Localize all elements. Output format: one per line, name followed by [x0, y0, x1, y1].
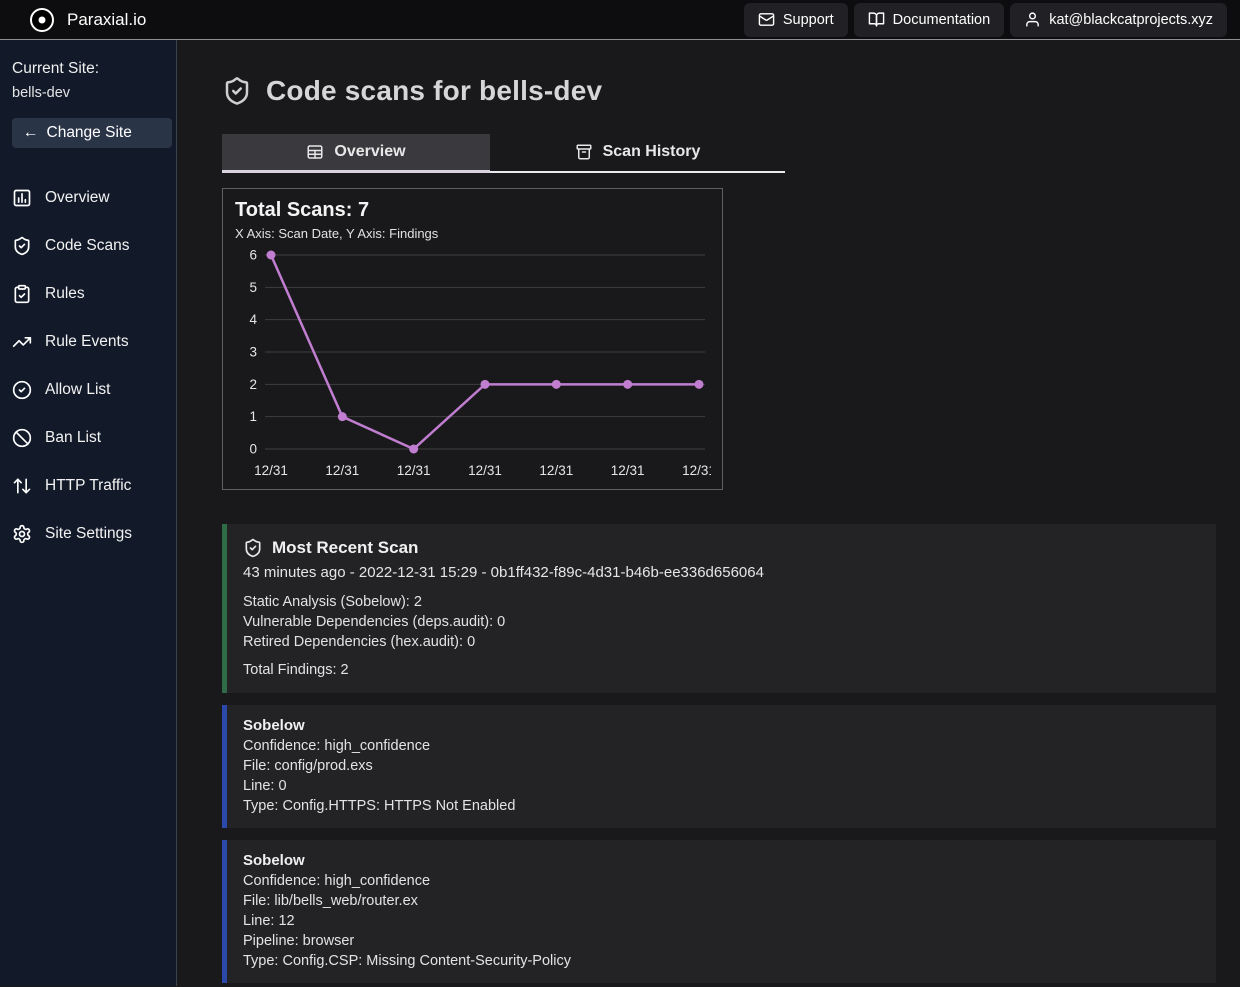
svg-text:5: 5: [249, 280, 257, 295]
recent-scan-header: Most Recent Scan: [243, 538, 1200, 558]
finding-card: SobelowConfidence: high_confidenceFile: …: [222, 705, 1216, 828]
envelope-icon: [758, 11, 775, 28]
topbar: Paraxial.io Support Documentation kat@bl…: [0, 0, 1240, 40]
sidebar-item-label: Site Settings: [45, 525, 132, 543]
svg-text:12/31: 12/31: [397, 463, 431, 478]
finding-detail-line: Type: Config.HTTPS: HTTPS Not Enabled: [243, 796, 1200, 816]
recent-scan-stats: Static Analysis (Sobelow): 2Vulnerable D…: [243, 592, 1200, 652]
finding-detail-line: File: lib/bells_web/router.ex: [243, 891, 1200, 911]
sidebar-item-label: Rule Events: [45, 333, 129, 351]
svg-text:12/31: 12/31: [611, 463, 645, 478]
tab-label: Scan History: [603, 143, 701, 161]
shield-check-icon: [243, 538, 263, 558]
sidebar-item-label: HTTP Traffic: [45, 477, 131, 495]
sidebar-item-site-settings[interactable]: Site Settings: [12, 510, 168, 558]
finding-title: Sobelow: [243, 851, 1200, 871]
sidebar-item-rules[interactable]: Rules: [12, 270, 168, 318]
finding-detail-line: Line: 0: [243, 776, 1200, 796]
sidebar-item-label: Allow List: [45, 381, 110, 399]
findings-list: SobelowConfidence: high_confidenceFile: …: [222, 705, 1240, 983]
svg-text:12/31: 12/31: [254, 463, 288, 478]
sidebar: Current Site: bells-dev ← Change Site Ov…: [0, 40, 177, 986]
sidebar-nav: Overview Code Scans Rules Rule Events Allow …: [12, 174, 168, 558]
svg-text:3: 3: [249, 345, 257, 360]
arrow-left-icon: ←: [23, 124, 39, 142]
sidebar-item-rule-events[interactable]: Rule Events: [12, 318, 168, 366]
svg-text:4: 4: [249, 312, 257, 327]
scan-chart-svg: 0 1 2 3 4 5 6 12/31 12/31 12/31 12/31 12/31 12/31 12/…: [235, 245, 711, 487]
recent-scan-stat-line: Vulnerable Dependencies (deps.audit): 0: [243, 612, 1200, 632]
total-scans-chart-card: Total Scans: 7 X Axis: Scan Date, Y Axis…: [222, 188, 723, 490]
finding-detail-line: Line: 12: [243, 911, 1200, 931]
finding-detail-line: File: config/prod.exs: [243, 756, 1200, 776]
support-button[interactable]: Support: [744, 3, 848, 37]
sidebar-item-code-scans[interactable]: Code Scans: [12, 222, 168, 270]
change-site-button[interactable]: ← Change Site: [12, 118, 172, 148]
recent-scan-total: Total Findings: 2: [243, 660, 1200, 680]
finding-detail-line: Pipeline: browser: [243, 931, 1200, 951]
finding-detail-line: Confidence: high_confidence: [243, 736, 1200, 756]
chart-title: Total Scans: 7: [235, 199, 712, 222]
sidebar-item-label: Rules: [45, 285, 85, 303]
finding-detail-line: Type: Config.CSP: Missing Content-Securi…: [243, 951, 1200, 971]
finding-detail-line: Confidence: high_confidence: [243, 871, 1200, 891]
ban-icon: [12, 428, 32, 448]
support-label: Support: [783, 12, 834, 28]
trending-up-icon: [12, 332, 32, 352]
clipboard-check-icon: [12, 284, 32, 304]
svg-text:2: 2: [249, 377, 257, 392]
circle-check-icon: [12, 380, 32, 400]
tab-overview[interactable]: Overview: [222, 134, 490, 173]
user-email: kat@blackcatprojects.xyz: [1049, 12, 1213, 28]
svg-text:0: 0: [249, 442, 257, 457]
recent-scan-meta: 43 minutes ago - 2022-12-31 15:29 - 0b1f…: [243, 564, 1200, 581]
svg-text:12/31: 12/31: [682, 463, 711, 478]
sidebar-item-label: Code Scans: [45, 237, 129, 255]
recent-scan-title: Most Recent Scan: [272, 538, 418, 558]
sidebar-item-overview[interactable]: Overview: [12, 174, 168, 222]
svg-text:6: 6: [249, 248, 257, 263]
documentation-button[interactable]: Documentation: [854, 3, 1005, 37]
sidebar-item-http-traffic[interactable]: HTTP Traffic: [12, 462, 168, 510]
page-title: Code scans for bells-dev: [266, 75, 602, 107]
page-title-row: Code scans for bells-dev: [222, 75, 1240, 107]
most-recent-scan-card: Most Recent Scan 43 minutes ago - 2022-1…: [222, 524, 1216, 693]
sidebar-item-label: Overview: [45, 189, 110, 207]
current-site-name: bells-dev: [12, 85, 168, 101]
chart-axis-caption: X Axis: Scan Date, Y Axis: Findings: [235, 226, 712, 241]
main-content: Code scans for bells-dev Overview Scan Hi…: [177, 40, 1240, 986]
arrows-up-down-icon: [12, 476, 32, 496]
shield-check-icon: [222, 76, 252, 106]
finding-card: SobelowConfidence: high_confidenceFile: …: [222, 840, 1216, 983]
archive-icon: [575, 143, 593, 161]
user-account-button[interactable]: kat@blackcatprojects.xyz: [1010, 3, 1227, 37]
brand-name: Paraxial.io: [67, 10, 146, 30]
book-icon: [868, 11, 885, 28]
tab-label: Overview: [334, 143, 405, 161]
gear-icon: [12, 524, 32, 544]
recent-scan-stat-line: Retired Dependencies (hex.audit): 0: [243, 632, 1200, 652]
scan-findings-line-chart: 0 1 2 3 4 5 6 12/31 12/31 12/31 12/31 12/31 12/31 12/…: [235, 245, 712, 487]
svg-text:12/31: 12/31: [325, 463, 359, 478]
sidebar-item-allow-list[interactable]: Allow List: [12, 366, 168, 414]
shield-check-icon: [12, 236, 32, 256]
table-icon: [306, 143, 324, 161]
documentation-label: Documentation: [893, 12, 991, 28]
topbar-actions: Support Documentation kat@blackcatprojec…: [744, 3, 1227, 37]
finding-title: Sobelow: [243, 716, 1200, 736]
sidebar-item-ban-list[interactable]: Ban List: [12, 414, 168, 462]
sidebar-item-label: Ban List: [45, 429, 101, 447]
tab-bar: Overview Scan History: [222, 134, 785, 173]
recent-scan-stat-line: Static Analysis (Sobelow): 2: [243, 592, 1200, 612]
svg-text:12/31: 12/31: [539, 463, 573, 478]
tab-scan-history[interactable]: Scan History: [490, 134, 785, 173]
bar-chart-icon: [12, 188, 32, 208]
change-site-label: Change Site: [47, 124, 132, 142]
current-site-label: Current Site:: [12, 60, 168, 78]
user-icon: [1024, 11, 1041, 28]
paraxial-logo-icon: [30, 8, 54, 32]
svg-text:12/31: 12/31: [468, 463, 502, 478]
svg-text:1: 1: [249, 409, 257, 424]
brand: Paraxial.io: [30, 8, 146, 32]
